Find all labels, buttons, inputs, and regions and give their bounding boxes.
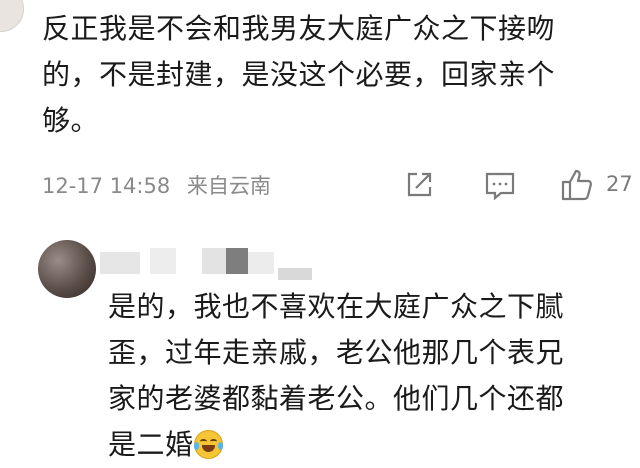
thumbs-up-icon[interactable]	[560, 168, 594, 206]
comment-text: 反正我是不会和我男友大庭广众之下接吻 的，不是封建，是没这个必要，回家亲个 够。	[42, 12, 556, 137]
like-count[interactable]: 27	[606, 172, 633, 196]
laugh-cry-emoji-icon	[193, 430, 223, 459]
reply-text: 是的，我也不喜欢在大庭广众之下腻 歪，过年走亲戚，老公他那几个表兄 家的老婆都黏…	[108, 284, 640, 468]
comment-date: 12-17 14:58	[42, 174, 171, 198]
comment-location: 来自云南	[186, 174, 271, 198]
share-edit-icon[interactable]	[404, 170, 434, 204]
avatar[interactable]	[0, 0, 24, 32]
comment-icon[interactable]	[484, 171, 516, 205]
comment-meta: 12-17 14:58 来自云南	[42, 170, 281, 200]
reply-text-content: 是的，我也不喜欢在大庭广众之下腻 歪，过年走亲戚，老公他那几个表兄 家的老婆都黏…	[108, 290, 565, 461]
reply-avatar[interactable]	[38, 240, 96, 298]
